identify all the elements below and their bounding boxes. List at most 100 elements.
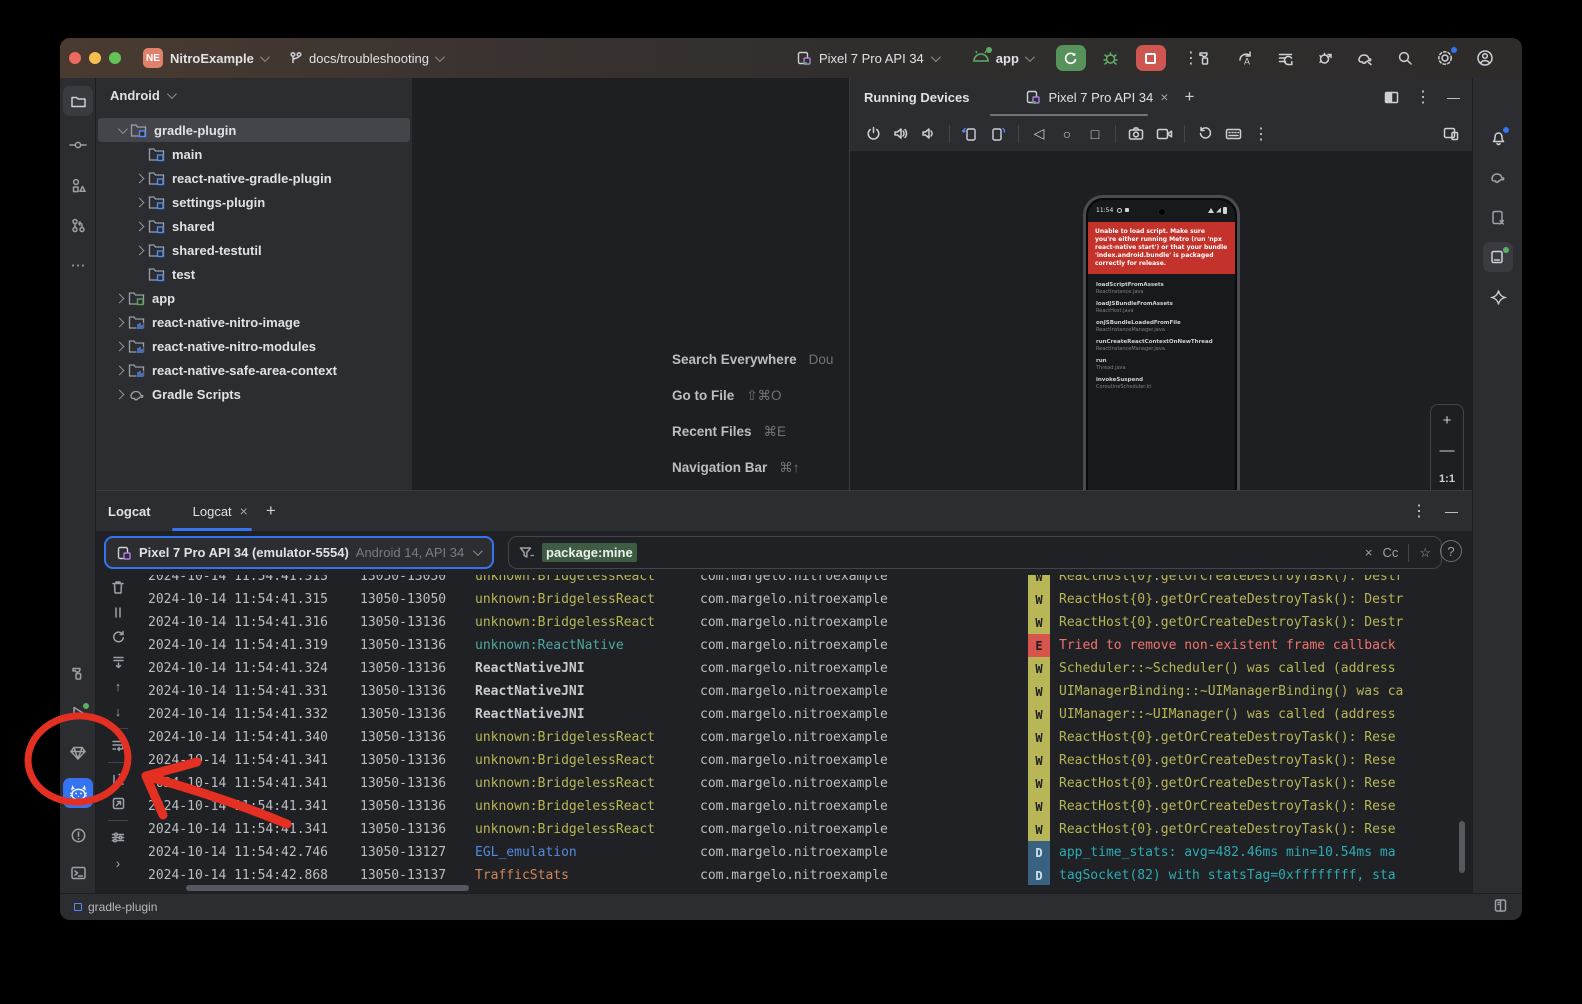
- logcat-filter-input[interactable]: package:mine × Cc ☆: [508, 536, 1442, 569]
- tree-item-shared-testutil[interactable]: shared-testutil: [96, 238, 412, 262]
- clear-filter-icon[interactable]: ×: [1365, 545, 1373, 560]
- device-manager-tool-button[interactable]: [1483, 202, 1513, 232]
- chevron-right-icon[interactable]: [114, 389, 124, 399]
- zoom-in-button[interactable]: +: [1443, 412, 1452, 429]
- device-selector[interactable]: Pixel 7 Pro API 34: [796, 50, 938, 66]
- run-configuration-selector[interactable]: app: [972, 50, 1032, 67]
- favorite-filter-icon[interactable]: ☆: [1419, 545, 1431, 561]
- log-row[interactable]: 2024-10-14 11:54:41.34113050-13136unknow…: [96, 749, 1466, 772]
- running-devices-device-tab[interactable]: Pixel 7 Pro API 34 ×: [1025, 89, 1168, 105]
- log-row[interactable]: 2024-10-14 11:54:41.33213050-13136ReactN…: [96, 703, 1466, 726]
- project-selector[interactable]: NitroExample: [170, 38, 267, 78]
- chevron-down-icon[interactable]: [117, 124, 127, 134]
- settings-button[interactable]: [1428, 43, 1462, 73]
- snapshot-button[interactable]: [1192, 121, 1218, 147]
- chevron-right-icon[interactable]: [114, 365, 124, 375]
- zoom-reset-button[interactable]: 1:1: [1439, 473, 1455, 485]
- more-tool-windows-button[interactable]: ⋯: [63, 250, 93, 280]
- chevron-right-icon[interactable]: [134, 245, 144, 255]
- log-row[interactable]: 2024-10-14 11:54:41.31513050-13050unknow…: [96, 588, 1466, 611]
- chevron-right-icon[interactable]: [114, 293, 124, 303]
- chevron-right-icon[interactable]: [114, 341, 124, 351]
- log-row[interactable]: 2024-10-14 11:54:41.32413050-13136ReactN…: [96, 657, 1466, 680]
- logcat-device-selector[interactable]: Pixel 7 Pro API 34 (emulator-5554) Andro…: [104, 536, 494, 569]
- commit-tool-button[interactable]: [63, 130, 93, 160]
- zoom-window-button[interactable]: [109, 52, 121, 64]
- tree-item-gradle-scripts[interactable]: Gradle Scripts: [96, 382, 412, 406]
- logcat-log-list[interactable]: 2024-10-14 11:54:41.31313050-13050unknow…: [96, 575, 1466, 885]
- log-row[interactable]: 2024-10-14 11:54:41.34113050-13136unknow…: [96, 818, 1466, 841]
- profile-actions-button[interactable]: A: [1228, 43, 1262, 73]
- pull-requests-tool-button[interactable]: [63, 210, 93, 240]
- chevron-right-icon[interactable]: [134, 221, 144, 231]
- hide-panel-icon[interactable]: —: [1447, 90, 1460, 105]
- project-view-selector[interactable]: Android: [110, 88, 174, 103]
- screenshot-button[interactable]: [1123, 121, 1149, 147]
- search-icon[interactable]: [1388, 43, 1422, 73]
- logcat-tab[interactable]: Logcat ×: [193, 503, 248, 519]
- status-report-icon[interactable]: [1493, 898, 1508, 916]
- tree-item-main[interactable]: main: [96, 142, 412, 166]
- emulator-screen[interactable]: 11:54 Unable to load script. Make sure y…: [1088, 200, 1235, 520]
- horizontal-scrollbar[interactable]: [186, 885, 469, 891]
- mirror-device-icon[interactable]: [1438, 121, 1464, 147]
- log-row[interactable]: 2024-10-14 11:54:41.31313050-13050unknow…: [96, 575, 1466, 588]
- split-view-icon[interactable]: [1384, 90, 1399, 105]
- volume-down-button[interactable]: [916, 121, 942, 147]
- problems-tool-button[interactable]: [63, 820, 93, 850]
- tree-item-test[interactable]: test: [96, 262, 412, 286]
- rotate-left-button[interactable]: [957, 121, 983, 147]
- tree-item-react-native-gradle-plugin[interactable]: react-native-gradle-plugin: [96, 166, 412, 190]
- volume-up-button[interactable]: [888, 121, 914, 147]
- tree-item-settings-plugin[interactable]: settings-plugin: [96, 190, 412, 214]
- gemini-assistant-tool-button[interactable]: [1483, 282, 1513, 312]
- hide-logcat-icon[interactable]: —: [1445, 504, 1458, 519]
- app-quality-insights-tool-button[interactable]: [63, 738, 93, 768]
- log-row[interactable]: 2024-10-14 11:54:41.34113050-13136unknow…: [96, 795, 1466, 818]
- run-tool-button[interactable]: [63, 698, 93, 728]
- new-device-tab-button[interactable]: +: [1184, 87, 1194, 107]
- close-window-button[interactable]: [69, 52, 81, 64]
- tree-item-gradle-plugin[interactable]: gradle-plugin: [98, 118, 410, 142]
- status-module[interactable]: gradle-plugin: [74, 900, 157, 914]
- back-button[interactable]: ◁: [1026, 121, 1052, 147]
- resource-manager-tool-button[interactable]: [63, 170, 93, 200]
- log-row[interactable]: 2024-10-14 11:54:41.31913050-13136unknow…: [96, 634, 1466, 657]
- log-row[interactable]: 2024-10-14 11:54:42.86813050-13137Traffi…: [96, 864, 1466, 885]
- log-row[interactable]: 2024-10-14 11:54:41.31613050-13136unknow…: [96, 611, 1466, 634]
- profiler-button[interactable]: [1308, 43, 1342, 73]
- zoom-out-button[interactable]: —: [1440, 442, 1455, 459]
- emulator-device[interactable]: 11:54 Unable to load script. Make sure y…: [1083, 195, 1240, 525]
- log-row[interactable]: 2024-10-14 11:54:41.34013050-13136unknow…: [96, 726, 1466, 749]
- gradle-sync-button[interactable]: [1348, 43, 1382, 73]
- terminal-tool-button[interactable]: [63, 858, 93, 888]
- tree-item-shared[interactable]: shared: [96, 214, 412, 238]
- record-screen-button[interactable]: [1151, 121, 1177, 147]
- match-case-toggle[interactable]: Cc: [1382, 545, 1398, 560]
- chevron-right-icon[interactable]: [114, 317, 124, 327]
- chevron-right-icon[interactable]: [134, 173, 144, 183]
- help-icon[interactable]: ?: [1440, 540, 1462, 562]
- tree-item-app[interactable]: app: [96, 286, 412, 310]
- hardware-input-button[interactable]: [1220, 121, 1246, 147]
- new-logcat-tab-button[interactable]: +: [266, 501, 276, 521]
- power-button[interactable]: [860, 121, 886, 147]
- build-button[interactable]: [1188, 43, 1222, 73]
- vcs-branch-selector[interactable]: docs/troubleshooting: [288, 38, 442, 78]
- close-tab-icon[interactable]: ×: [1160, 89, 1168, 105]
- debug-button[interactable]: [1094, 43, 1128, 73]
- tree-item-react-native-nitro-modules[interactable]: react-native-nitro-modules: [96, 334, 412, 358]
- minimize-window-button[interactable]: [89, 52, 101, 64]
- stop-button[interactable]: [1136, 45, 1166, 71]
- notifications-button[interactable]: [1483, 122, 1513, 152]
- logcat-tool-button[interactable]: [63, 778, 93, 808]
- tree-item-react-native-safe-area-context[interactable]: react-native-safe-area-context: [96, 358, 412, 382]
- log-row[interactable]: 2024-10-14 11:54:42.74613050-13127EGL_em…: [96, 841, 1466, 864]
- log-row[interactable]: 2024-10-14 11:54:41.33113050-13136ReactN…: [96, 680, 1466, 703]
- build-tool-button[interactable]: [63, 658, 93, 688]
- device-toolbar-options-button[interactable]: ⋮: [1248, 121, 1274, 147]
- log-row[interactable]: 2024-10-14 11:54:41.34113050-13136unknow…: [96, 772, 1466, 795]
- running-devices-tool-button[interactable]: [1483, 242, 1513, 272]
- rerun-button[interactable]: [1056, 45, 1086, 71]
- gradle-tool-button[interactable]: [1483, 162, 1513, 192]
